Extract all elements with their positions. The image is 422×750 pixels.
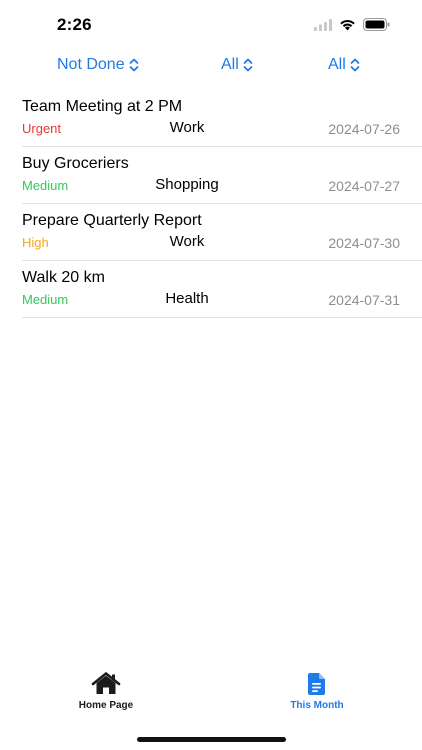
task-title: Prepare Quarterly Report (22, 212, 202, 229)
signal-icon (314, 18, 332, 31)
task-date: 2024-07-30 (328, 235, 400, 251)
tab-this-month-label: This Month (290, 700, 344, 711)
task-row[interactable]: Walk 20 km Medium Health 2024-07-31 (22, 261, 422, 318)
filter-bar: Not Done All All (0, 56, 422, 80)
task-category: Work (169, 119, 205, 136)
tab-this-month[interactable]: This Month (257, 672, 377, 711)
task-date: 2024-07-27 (328, 178, 400, 194)
task-list: Team Meeting at 2 PM Urgent Work 2024-07… (22, 90, 422, 318)
status-filter-label: Not Done (57, 56, 125, 73)
chevron-up-down-icon (243, 58, 253, 72)
tab-home-page[interactable]: Home Page (46, 672, 166, 711)
category-filter-label: All (328, 56, 346, 73)
task-row[interactable]: Team Meeting at 2 PM Urgent Work 2024-07… (22, 90, 422, 147)
category-filter-button[interactable]: All (328, 56, 360, 74)
task-row[interactable]: Prepare Quarterly Report High Work 2024-… (22, 204, 422, 261)
status-bar: 2:26 (0, 0, 422, 50)
tab-bar: Home Page This Month (0, 672, 422, 722)
task-category: Shopping (155, 176, 219, 193)
priority-filter-label: All (221, 56, 239, 73)
battery-icon (363, 18, 390, 31)
priority-filter-button[interactable]: All (221, 56, 253, 74)
chevron-up-down-icon (350, 58, 360, 72)
task-title: Walk 20 km (22, 269, 105, 286)
task-date: 2024-07-26 (328, 121, 400, 137)
status-time: 2:26 (57, 15, 92, 34)
task-category: Health (165, 290, 209, 307)
status-icons (314, 18, 390, 31)
tab-home-label: Home Page (78, 700, 134, 711)
chevron-up-down-icon (129, 58, 139, 72)
task-title: Buy Groceriers (22, 155, 129, 172)
home-indicator (137, 737, 286, 742)
task-row[interactable]: Buy Groceriers Medium Shopping 2024-07-2… (22, 147, 422, 204)
task-date: 2024-07-31 (328, 292, 400, 308)
wifi-icon (339, 19, 356, 31)
task-category: Work (169, 233, 205, 250)
status-filter-button[interactable]: Not Done (57, 56, 139, 74)
task-title: Team Meeting at 2 PM (22, 98, 183, 115)
document-icon (306, 672, 328, 696)
house-icon (91, 672, 121, 696)
